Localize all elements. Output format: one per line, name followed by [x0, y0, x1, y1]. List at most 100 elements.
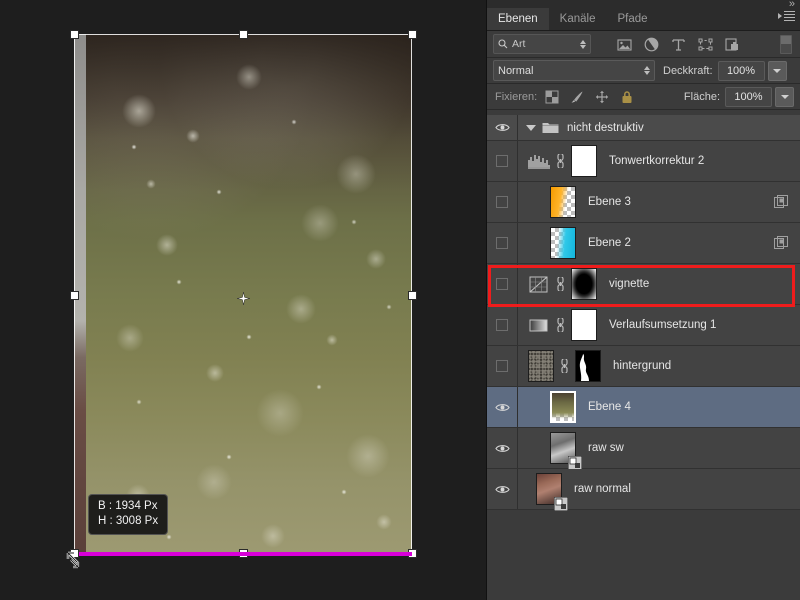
layer-row-ebene-4[interactable]: Ebene 4 [487, 387, 800, 428]
layer-thumbnail[interactable] [550, 391, 576, 423]
filter-kind-stepper-icon[interactable] [580, 39, 586, 49]
layer-mask-link-icon[interactable] [555, 316, 566, 334]
blend-mode-bar: Normal Deckkraft: 100% [487, 58, 800, 84]
visibility-empty-box[interactable] [496, 237, 508, 249]
layer-row-group[interactable]: nicht destruktiv [487, 115, 800, 141]
lock-all-icon[interactable] [620, 90, 634, 104]
transform-handle-top-right[interactable] [408, 30, 417, 39]
layer-row-verlaufsumsetzung-1[interactable]: Verlaufsumsetzung 1 [487, 305, 800, 346]
layer-visibility-toggle[interactable] [487, 141, 518, 181]
layer-filter-bar: Art [487, 31, 800, 58]
layer-visibility-toggle[interactable] [487, 264, 518, 304]
panel-tab-bar: Ebenen Kanäle Pfade [487, 8, 800, 31]
tab-kanaele[interactable]: Kanäle [548, 8, 607, 30]
levels-icon[interactable] [528, 152, 550, 170]
tab-pfade[interactable]: Pfade [606, 8, 659, 30]
filter-kind-select[interactable]: Art [493, 34, 591, 54]
lock-position-icon[interactable] [595, 90, 609, 104]
visibility-empty-box[interactable] [496, 155, 508, 167]
layer-thumbnails [550, 227, 576, 259]
smart-object-badge-icon [567, 455, 583, 471]
layer-row-ebene-2[interactable]: Ebene 2 [487, 223, 800, 264]
transform-reference-point-icon[interactable] [236, 291, 251, 306]
layer-thumbnail[interactable] [528, 350, 554, 382]
lock-image-pixels-icon[interactable] [570, 90, 584, 104]
smart-filters-badge-icon[interactable] [774, 195, 788, 209]
layer-name: Tonwertkorrektur 2 [609, 155, 705, 167]
filter-pixel-layers-icon[interactable] [617, 37, 632, 52]
layer-list-empty-area[interactable] [487, 510, 800, 600]
layer-mask-link-icon[interactable] [559, 357, 570, 375]
fill-dropdown-icon[interactable] [775, 86, 794, 107]
lock-transparent-pixels-icon[interactable] [545, 90, 559, 104]
layer-thumbnail[interactable] [536, 473, 569, 512]
smart-filters-badge-icon[interactable] [774, 236, 788, 250]
layer-name: raw normal [574, 483, 631, 495]
filter-kind-value: Art [512, 38, 526, 50]
transform-handle-middle-left[interactable] [70, 291, 79, 300]
gradient-map-icon[interactable] [528, 316, 550, 334]
visibility-empty-box[interactable] [496, 196, 508, 208]
layer-thumbnails [528, 145, 597, 177]
layer-row-ebene-3[interactable]: Ebene 3 [487, 182, 800, 223]
layer-name: Ebene 2 [588, 237, 631, 249]
layer-thumbnails [528, 350, 601, 382]
search-icon [498, 39, 508, 49]
layer-visibility-toggle[interactable] [487, 469, 518, 509]
group-disclosure-icon[interactable] [526, 124, 536, 131]
transform-handle-top-center[interactable] [239, 30, 248, 39]
layer-name: Verlaufsumsetzung 1 [609, 319, 717, 331]
layer-row-tonwertkorrektur-2[interactable]: Tonwertkorrektur 2 [487, 141, 800, 182]
blend-mode-select[interactable]: Normal [493, 60, 655, 81]
fill-input[interactable]: 100% [725, 86, 772, 107]
panel-menu-icon[interactable] [778, 11, 795, 21]
layer-name: Ebene 3 [588, 196, 631, 208]
transform-size-tooltip: B : 1934 Px H : 3008 Px [88, 494, 169, 535]
filter-smart-object-layers-icon[interactable] [725, 37, 740, 52]
eye-icon [494, 124, 510, 131]
layer-mask-thumbnail[interactable] [575, 350, 601, 382]
filter-enable-toggle[interactable] [780, 34, 792, 54]
layer-visibility-toggle[interactable] [487, 387, 518, 427]
opacity-input[interactable]: 100% [717, 60, 765, 81]
transform-handle-middle-right[interactable] [408, 291, 417, 300]
layer-thumbnail[interactable] [550, 432, 583, 471]
layer-row-raw-normal[interactable]: raw normal [487, 469, 800, 512]
layer-visibility-toggle[interactable] [487, 223, 518, 263]
layer-visibility-toggle[interactable] [487, 305, 518, 345]
layer-visibility-toggle[interactable] [487, 428, 518, 468]
layer-row-hintergrund[interactable]: hintergrund [487, 346, 800, 387]
layer-mask-link-icon[interactable] [555, 152, 566, 170]
lock-label: Fixieren: [495, 90, 538, 103]
layer-name: Ebene 4 [588, 401, 631, 413]
layer-mask-link-icon[interactable] [555, 275, 566, 293]
layer-thumbnail[interactable] [550, 227, 576, 259]
filter-type-layers-icon[interactable] [671, 37, 686, 52]
layer-thumbnails [528, 268, 597, 300]
document-canvas-area[interactable]: B : 1934 Px H : 3008 Px [0, 0, 487, 600]
panel-drag-bar[interactable]: » [487, 0, 800, 10]
lock-bar: Fixieren: Fläche: 100% [487, 84, 800, 110]
lock-icon-group [545, 90, 634, 104]
visibility-empty-box[interactable] [496, 319, 508, 331]
layer-mask-thumbnail[interactable] [571, 268, 597, 300]
layer-thumbnail[interactable] [550, 186, 576, 218]
filter-shape-layers-icon[interactable] [698, 37, 713, 52]
layer-mask-thumbnail[interactable] [571, 309, 597, 341]
layer-visibility-toggle[interactable] [487, 346, 518, 386]
filter-adjustment-layers-icon[interactable] [644, 37, 659, 52]
layer-row-vignette[interactable]: vignette [487, 264, 800, 305]
visibility-empty-box[interactable] [496, 360, 508, 372]
blend-mode-stepper-icon[interactable] [644, 66, 650, 75]
layer-list[interactable]: nicht destruktiv Tonwertkorrektur 2 Eben… [487, 115, 800, 600]
layer-mask-thumbnail[interactable] [571, 145, 597, 177]
opacity-dropdown-icon[interactable] [767, 60, 787, 81]
layer-visibility-toggle[interactable] [487, 115, 518, 140]
visibility-empty-box[interactable] [496, 278, 508, 290]
layer-row-raw-sw[interactable]: raw sw [487, 428, 800, 471]
transform-handle-top-left[interactable] [70, 30, 79, 39]
curves-icon[interactable] [528, 275, 550, 293]
tab-ebenen[interactable]: Ebenen [487, 8, 549, 30]
layer-visibility-toggle[interactable] [487, 182, 518, 222]
tooltip-height-value: H : 3008 Px [98, 515, 159, 527]
